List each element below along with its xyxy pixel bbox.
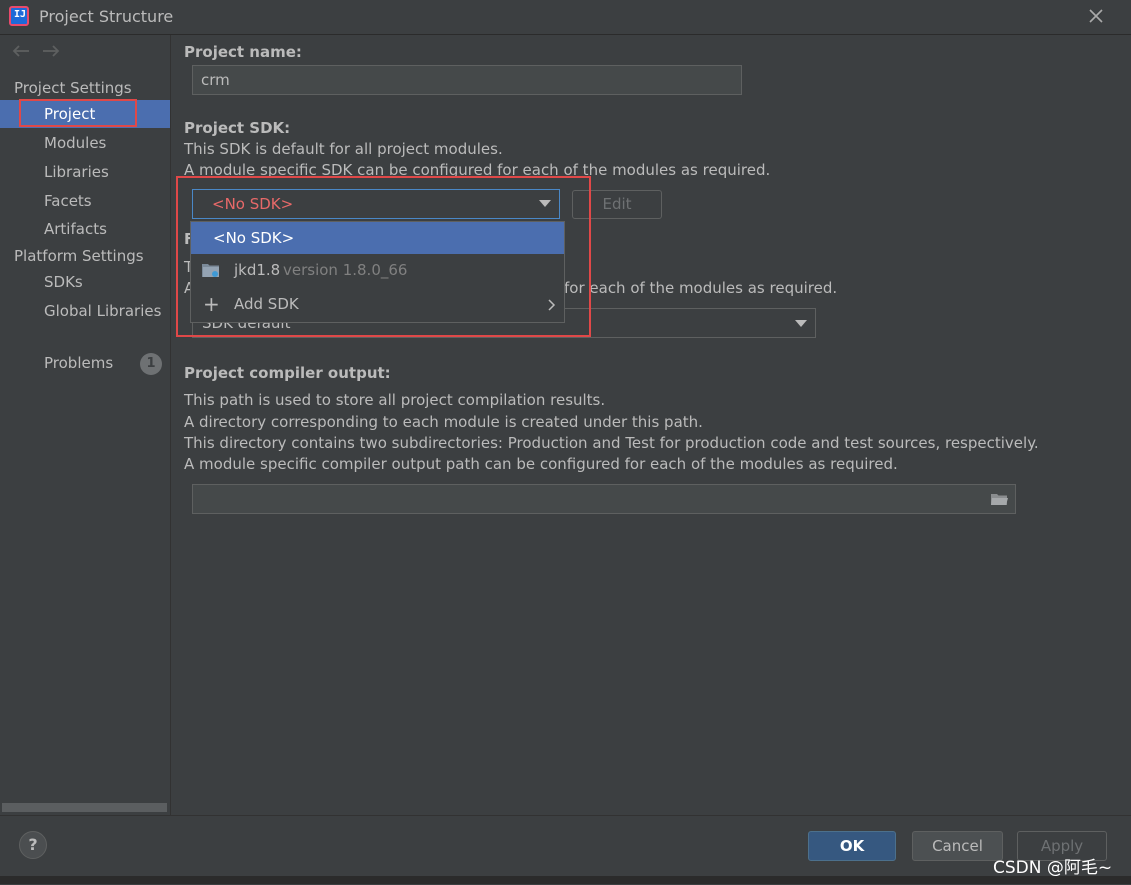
close-icon <box>1089 9 1103 23</box>
folder-icon[interactable] <box>991 493 1008 505</box>
output-description-1: This path is used to store all project c… <box>184 391 606 409</box>
sdk-highlight-box <box>176 176 591 337</box>
project-sdk-label: Project SDK: <box>184 119 291 137</box>
compiler-output-label: Project compiler output: <box>184 364 391 382</box>
background-editor-strip <box>0 876 1131 884</box>
platform-settings-header: Platform Settings <box>14 247 144 265</box>
ok-button[interactable]: OK <box>808 831 896 861</box>
project-settings-header: Project Settings <box>14 79 132 97</box>
help-button[interactable]: ? <box>19 831 47 859</box>
sidebar-item-modules[interactable]: Modules <box>0 129 170 157</box>
sidebar-scrollbar[interactable] <box>2 803 167 812</box>
sidebar-item-libraries[interactable]: Libraries <box>0 158 170 186</box>
sidebar-item-artifacts[interactable]: Artifacts <box>0 215 170 243</box>
sidebar-item-facets[interactable]: Facets <box>0 187 170 215</box>
compiler-output-input[interactable] <box>192 484 1016 514</box>
sidebar-item-sdks[interactable]: SDKs <box>0 268 170 296</box>
back-arrow-icon[interactable] <box>11 43 31 64</box>
project-name-input[interactable]: crm <box>192 65 742 95</box>
output-description-3: This directory contains two subdirectori… <box>184 434 1039 452</box>
output-description-2: A directory corresponding to each module… <box>184 413 703 431</box>
window-title: Project Structure <box>39 7 174 26</box>
close-button[interactable] <box>1084 4 1108 28</box>
problems-count-badge: 1 <box>140 353 162 375</box>
project-name-label: Project name: <box>184 43 302 61</box>
forward-arrow-icon[interactable] <box>41 43 61 64</box>
chevron-down-icon <box>795 320 807 327</box>
cancel-button[interactable]: Cancel <box>912 831 1003 861</box>
sidebar-item-global-libraries[interactable]: Global Libraries <box>0 297 170 325</box>
output-description-4: A module specific compiler output path c… <box>184 455 898 473</box>
intellij-app-icon: IJ <box>9 6 29 26</box>
language-desc-tail: for each of the modules as required. <box>564 279 838 297</box>
title-bar: IJ Project Structure <box>0 0 1131 35</box>
sdk-description-1: This SDK is default for all project modu… <box>184 140 503 158</box>
watermark-text: CSDN @阿毛~ <box>993 858 1113 878</box>
project-highlight-box <box>19 99 137 127</box>
